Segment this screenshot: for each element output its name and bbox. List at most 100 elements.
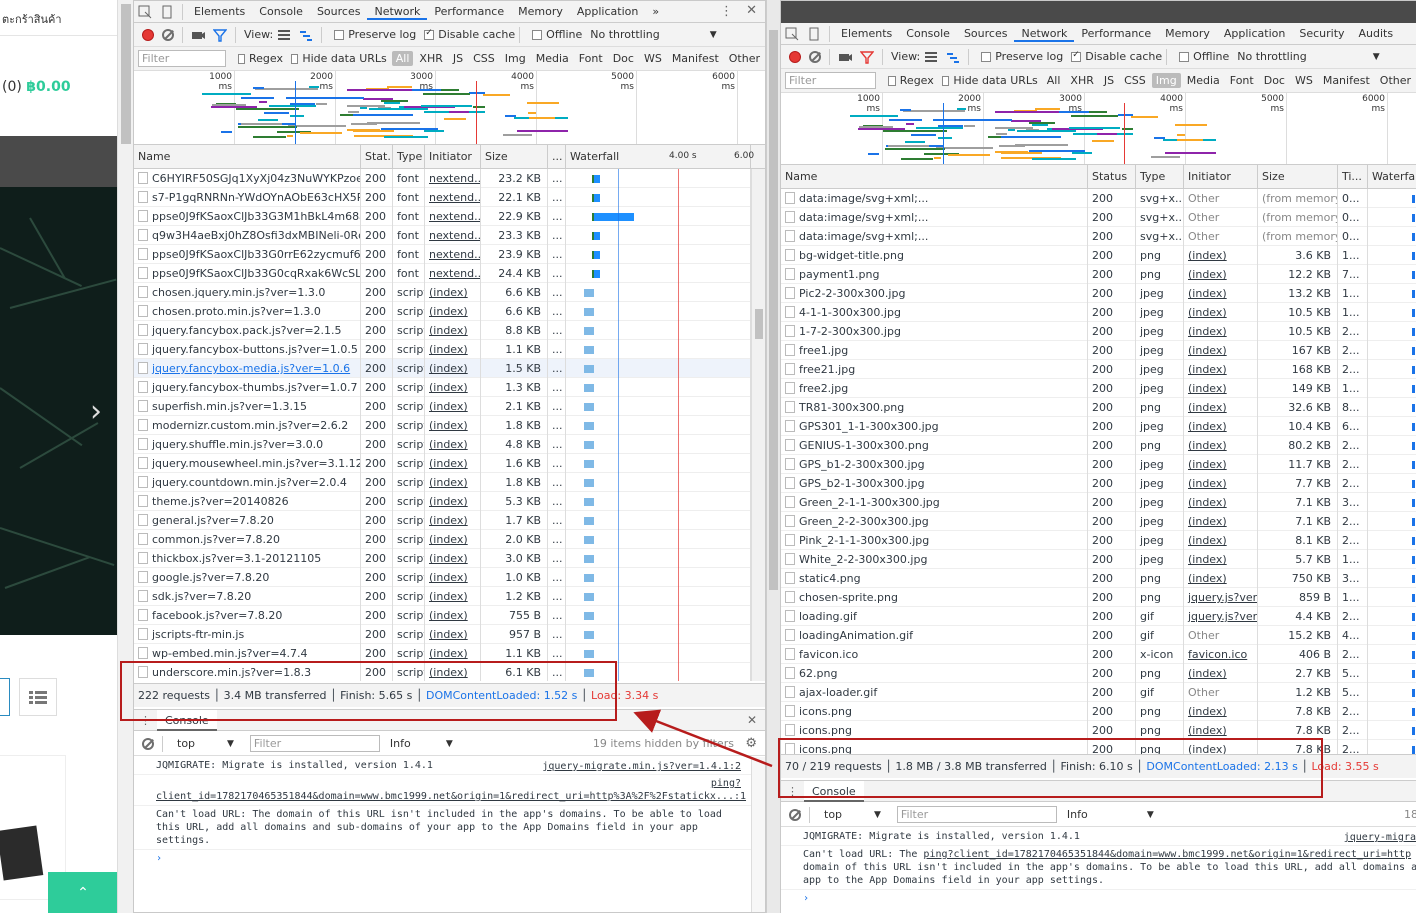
table-row[interactable]: TR81-300x300.png 200 png (index) 32.6 KB 8... — [781, 398, 1416, 417]
close-icon[interactable]: ✕ — [746, 3, 757, 18]
cell-initiator[interactable]: (index) — [425, 302, 481, 321]
table-row[interactable]: icons.png 200 png (index) 7.8 KB 2... — [781, 721, 1416, 740]
column-header-0[interactable]: Name — [134, 145, 361, 169]
cell-name[interactable]: GENIUS-1-300x300.png — [781, 436, 1088, 455]
level-select[interactable]: Info — [390, 737, 446, 750]
cell-initiator[interactable]: (index) — [425, 587, 481, 606]
slider-next-icon[interactable]: › — [90, 397, 102, 427]
filter-xhr[interactable]: XHR — [415, 51, 446, 66]
table-row[interactable]: ppse0J9fKSaoxClJb33G3M1hBkL4m68a-... 200 f… — [134, 207, 765, 226]
context-select[interactable]: top — [177, 737, 227, 750]
cell-initiator[interactable]: (index) — [425, 321, 481, 340]
disable-cache-checkbox[interactable] — [424, 28, 435, 40]
filter-css[interactable]: CSS — [1120, 73, 1150, 88]
cell-initiator[interactable]: (index) — [1184, 531, 1258, 550]
column-header-6[interactable]: Waterfall — [566, 145, 751, 169]
cell-initiator[interactable]: nextend... — [425, 264, 481, 283]
cell-name[interactable]: free1.jpg — [781, 341, 1088, 360]
cell-name[interactable]: modernizr.custom.min.js?ver=2.6.2 — [134, 416, 361, 435]
tab-console[interactable]: Console — [899, 27, 957, 40]
cell-name[interactable]: jquery.fancybox-media.js?ver=1.0.6 — [134, 359, 361, 378]
table-row[interactable]: 4-1-1-300x300.jpg 200 jpeg (index) 10.5 KB 1.… — [781, 303, 1416, 322]
cart-title[interactable]: ตะกร้าสินค้า — [2, 10, 62, 28]
table-row[interactable]: ppse0J9fKSaoxClJb33G0rrE62zycmuf6N... 200… — [134, 245, 765, 264]
more-tabs-icon[interactable]: » — [645, 1, 666, 22]
cell-name[interactable]: chosen-sprite.png — [781, 588, 1088, 607]
console-prompt[interactable]: › — [134, 850, 765, 867]
filter-input[interactable]: Filter — [138, 50, 226, 67]
cell-name[interactable]: ppse0J9fKSaoxClJb33G0cqRxak6WcSLU... — [134, 264, 361, 283]
cell-initiator[interactable]: (index) — [1184, 436, 1258, 455]
cell-initiator[interactable]: (index) — [425, 549, 481, 568]
cell-initiator[interactable]: (index) — [425, 492, 481, 511]
table-row[interactable]: GPS_b1-2-300x300.jpg 200 jpeg (index) 11.7 K… — [781, 455, 1416, 474]
cell-initiator[interactable]: (index) — [425, 435, 481, 454]
table-row[interactable]: White_2-2-300x300.jpg 200 jpeg (index) 5.7 K… — [781, 550, 1416, 569]
filter-ws[interactable]: WS — [640, 51, 666, 66]
cell-initiator[interactable]: (index) — [425, 625, 481, 644]
table-row[interactable]: s7-P1gqRNRNn-YWdOYnAObE63cHX5P... 200 font… — [134, 188, 765, 207]
table-row[interactable]: Green_2-1-1-300x300.jpg 200 jpeg (index) 7.1… — [781, 493, 1416, 512]
console-tab[interactable]: Console — [804, 780, 864, 802]
cell-name[interactable]: ppse0J9fKSaoxClJb33G3M1hBkL4m68a-... — [134, 207, 361, 226]
console-clear-icon[interactable] — [789, 808, 801, 821]
device-toolbar-icon[interactable] — [160, 5, 174, 19]
filter-img[interactable]: Img — [501, 51, 530, 66]
cell-name[interactable]: ajax-loader.gif — [781, 683, 1088, 702]
split-scrollbar[interactable] — [766, 0, 780, 913]
tab-elements[interactable]: Elements — [834, 27, 899, 40]
cell-name[interactable]: chosen.jquery.min.js?ver=1.3.0 — [134, 283, 361, 302]
console-prompt[interactable]: › — [781, 890, 1416, 907]
column-header-4[interactable]: Size — [481, 145, 548, 169]
table-row[interactable]: jquery.fancybox.pack.js?ver=2.1.5 200 scri… — [134, 321, 765, 340]
cell-name[interactable]: Pink_2-1-1-300x300.jpg — [781, 531, 1088, 550]
cell-initiator[interactable]: (index) — [1184, 550, 1258, 569]
cell-name[interactable]: ppse0J9fKSaoxClJb33G0rrE62zycmuf6N... — [134, 245, 361, 264]
table-row[interactable]: modernizr.custom.min.js?ver=2.6.2 200 scri… — [134, 416, 765, 435]
cell-initiator[interactable]: (index) — [1184, 721, 1258, 740]
cell-initiator[interactable]: (index) — [1184, 360, 1258, 379]
cell-name[interactable]: theme.js?ver=20140826 — [134, 492, 361, 511]
tab-elements[interactable]: Elements — [187, 5, 252, 18]
cell-name[interactable]: data:image/svg+xml;... — [781, 189, 1088, 208]
table-row[interactable]: loadingAnimation.gif 200 gif Other 15.2 KB 4.… — [781, 626, 1416, 645]
cell-name[interactable]: Green_2-2-300x300.jpg — [781, 512, 1088, 531]
cell-initiator[interactable]: (index) — [1184, 664, 1258, 683]
tab-application[interactable]: Application — [570, 5, 645, 18]
context-chevron-icon[interactable]: ▼ — [227, 739, 234, 749]
view-toggle-grid[interactable] — [0, 678, 10, 716]
tab-application[interactable]: Application — [1217, 27, 1292, 40]
cell-initiator[interactable]: (index) — [425, 511, 481, 530]
level-select[interactable]: Info — [1067, 808, 1147, 821]
table-row[interactable]: free2.jpg 200 jpeg (index) 149 KB 1... — [781, 379, 1416, 398]
cell-name[interactable]: 4-1-1-300x300.jpg — [781, 303, 1088, 322]
table-row[interactable]: facebook.js?ver=7.8.20 200 script (index) 75… — [134, 606, 765, 625]
table-row[interactable]: wp-embed.min.js?ver=4.7.4 200 script (index… — [134, 644, 765, 663]
message-source-link[interactable]: jquery-migra — [1344, 831, 1416, 844]
cart-summary[interactable]: (0) ฿0.00 — [2, 79, 71, 95]
table-row[interactable]: jquery.fancybox-buttons.js?ver=1.0.5 200 s… — [134, 340, 765, 359]
table-row[interactable]: icons.png 200 png (index) 7.8 KB 2... — [781, 702, 1416, 721]
cell-name[interactable]: common.js?ver=7.8.20 — [134, 530, 361, 549]
column-header-1[interactable]: Stat... — [361, 145, 393, 169]
cell-initiator[interactable]: (index) — [425, 416, 481, 435]
cell-initiator[interactable]: Other — [1184, 189, 1258, 208]
drawer-menu-icon[interactable]: ⋮ — [787, 785, 798, 798]
filter-all[interactable]: All — [1043, 73, 1065, 88]
console-tab[interactable]: Console — [157, 709, 217, 731]
table-row[interactable]: jquery.fancybox-thumbs.js?ver=1.0.7 200 sc… — [134, 378, 765, 397]
regex-checkbox[interactable] — [888, 75, 896, 86]
cell-name[interactable]: Pic2-2-300x300.jpg — [781, 284, 1088, 303]
clear-icon[interactable] — [809, 50, 821, 63]
table-row[interactable]: ppse0J9fKSaoxClJb33G0cqRxak6WcSLU... 200 f… — [134, 264, 765, 283]
column-header-3[interactable]: Initiator — [1184, 165, 1258, 189]
cell-name[interactable]: chosen.proto.min.js?ver=1.3.0 — [134, 302, 361, 321]
filter-xhr[interactable]: XHR — [1066, 73, 1097, 88]
filter-manifest[interactable]: Manifest — [1319, 73, 1374, 88]
table-row[interactable]: data:image/svg+xml;... 200 svg+x... Other (f… — [781, 189, 1416, 208]
table-row[interactable]: chosen.proto.min.js?ver=1.3.0 200 script (i… — [134, 302, 765, 321]
cell-name[interactable]: jquery.fancybox-buttons.js?ver=1.0.5 — [134, 340, 361, 359]
cell-initiator[interactable]: (index) — [425, 530, 481, 549]
cell-initiator[interactable]: (index) — [425, 359, 481, 378]
cell-initiator[interactable]: nextend... — [425, 226, 481, 245]
